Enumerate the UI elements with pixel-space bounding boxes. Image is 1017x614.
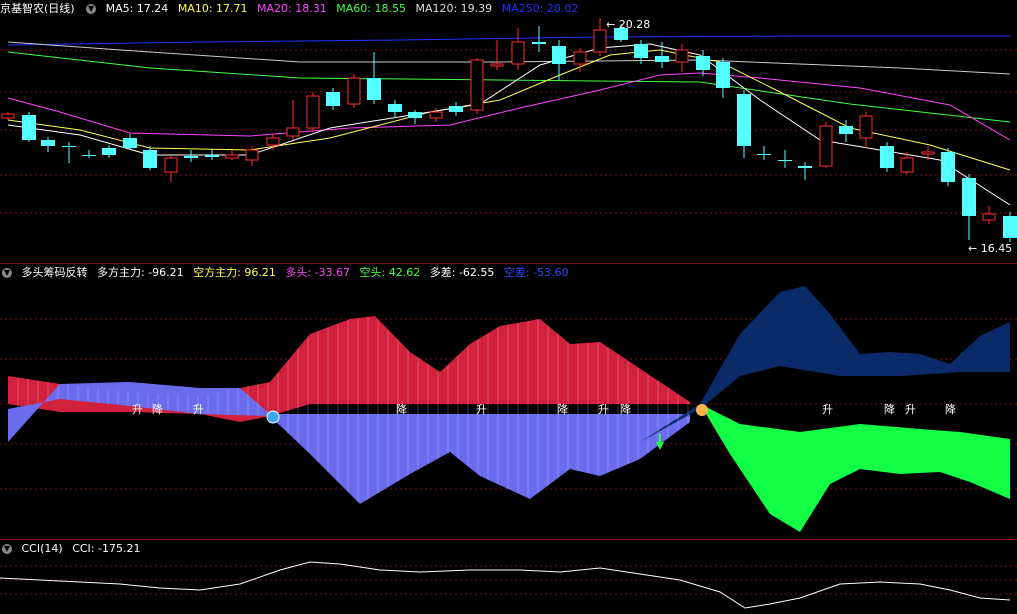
candle-body	[326, 92, 340, 106]
candle-body	[62, 146, 76, 147]
candle-body	[1, 113, 15, 119]
candle-body	[921, 151, 935, 155]
high-price-mark: ← 20.28	[606, 18, 651, 31]
cci-header: ▼ CCI(14) CCI: -175.21	[0, 540, 146, 557]
candle-body	[982, 213, 996, 221]
stock-title: 京基智农(日线)	[0, 2, 75, 15]
candle-body	[449, 106, 463, 112]
ma60-label: MA60: 18.55	[336, 2, 406, 15]
candle-body	[593, 29, 607, 53]
candle-body	[184, 156, 198, 158]
candle-body	[900, 157, 914, 173]
ma20-label: MA20: 18.31	[257, 2, 327, 15]
candle-body	[205, 155, 219, 157]
indicator-title: 多头筹码反转	[21, 266, 88, 279]
hand-icon	[696, 404, 708, 416]
candlestick-chart[interactable]	[0, 0, 1017, 262]
bull-value: 多头: -33.67	[285, 266, 351, 279]
signal-label: 升	[132, 403, 143, 416]
signal-label: 升	[905, 403, 916, 416]
bear-diff-value: 空差: -53.60	[503, 266, 569, 279]
candle-body	[102, 148, 116, 155]
candle-body	[266, 137, 280, 146]
signal-label: 升	[193, 403, 204, 416]
candle-body	[962, 178, 976, 216]
candle-body	[408, 112, 422, 118]
candle-body	[123, 138, 137, 148]
candle-body	[143, 150, 157, 168]
candle-body	[941, 152, 955, 182]
moving-average-line	[7, 49, 1011, 171]
candle-body	[757, 154, 771, 155]
bear-value: 空头: 42.62	[359, 266, 421, 279]
candle-body	[655, 56, 669, 62]
signal-label: 降	[945, 403, 956, 416]
bear-main-value: 空方主力: 96.21	[193, 266, 276, 279]
candle-body	[286, 127, 300, 137]
cci-value: CCI: -175.21	[72, 542, 141, 555]
main-chart-pane[interactable]: 京基智农(日线) ▼ MA5: 17.24 MA10: 17.71 MA20: …	[0, 0, 1017, 262]
signal-label: 升	[598, 403, 609, 416]
candle-body	[675, 49, 689, 63]
ma250-label: MA250: 20.02	[501, 2, 579, 15]
candle-body	[22, 115, 36, 140]
signal-label: 降	[152, 403, 163, 416]
candle-body	[367, 78, 381, 100]
signal-label: 降	[884, 403, 895, 416]
ma120-label: MA120: 19.39	[415, 2, 493, 15]
candle-body	[880, 146, 894, 168]
bull-main-value: 多方主力: -96.21	[97, 266, 184, 279]
candle-body	[1003, 216, 1017, 238]
ma10-label: MA10: 17.71	[177, 2, 248, 15]
cci-pane[interactable]: ▼ CCI(14) CCI: -175.21	[0, 540, 1017, 614]
candle-body	[716, 62, 730, 88]
settings-icon[interactable]: ▼	[2, 544, 12, 554]
cci-title: CCI(14)	[21, 542, 63, 555]
candle-body	[839, 126, 853, 134]
candle-body	[225, 154, 239, 159]
settings-icon[interactable]: ▼	[86, 4, 97, 14]
bull-diff-value: 多差: -62.55	[429, 266, 495, 279]
cci-line	[0, 561, 1011, 609]
signal-label: 降	[557, 403, 568, 416]
navy-area	[640, 286, 1010, 442]
candle-body	[511, 41, 525, 65]
ma5-label: MA5: 17.24	[105, 2, 169, 15]
candle-body	[819, 125, 833, 167]
candle-body	[532, 42, 546, 44]
signal-label: 升	[822, 403, 833, 416]
candle-body	[696, 56, 710, 70]
candle-body	[429, 111, 443, 119]
signal-circle-icon	[266, 410, 280, 424]
candle-body	[798, 166, 812, 168]
signal-label: 升	[476, 403, 487, 416]
candle-body	[634, 44, 648, 58]
signal-label: 降	[620, 403, 631, 416]
moving-average-line	[7, 51, 1011, 123]
candle-body	[388, 104, 402, 112]
candle-body	[552, 46, 566, 64]
moving-average-line	[7, 35, 1010, 46]
candle-body	[470, 59, 484, 111]
candle-body	[778, 160, 792, 161]
candle-body	[41, 140, 55, 146]
green-area	[700, 404, 1010, 532]
candle-body	[245, 149, 259, 161]
candle-body	[573, 51, 587, 65]
candle-body	[164, 157, 178, 173]
indicator-pane[interactable]: ▼ 多头筹码反转 多方主力: -96.21 空方主力: 96.21 多头: -3…	[0, 264, 1017, 538]
candle-body	[347, 77, 361, 105]
signal-label: 降	[396, 403, 407, 416]
candle-body	[737, 94, 751, 146]
candle-body	[82, 155, 96, 156]
candle-body	[490, 63, 504, 67]
low-price-mark: ← 16.45	[968, 242, 1013, 255]
main-chart-header: 京基智农(日线) ▼ MA5: 17.24 MA10: 17.71 MA20: …	[0, 0, 584, 17]
moving-average-line	[7, 41, 1011, 75]
indicator-header: ▼ 多头筹码反转 多方主力: -96.21 空方主力: 96.21 多头: -3…	[0, 264, 575, 281]
candle-body	[859, 115, 873, 139]
cci-chart[interactable]	[0, 540, 1017, 614]
candle-body	[306, 95, 320, 129]
settings-icon[interactable]: ▼	[2, 268, 12, 278]
